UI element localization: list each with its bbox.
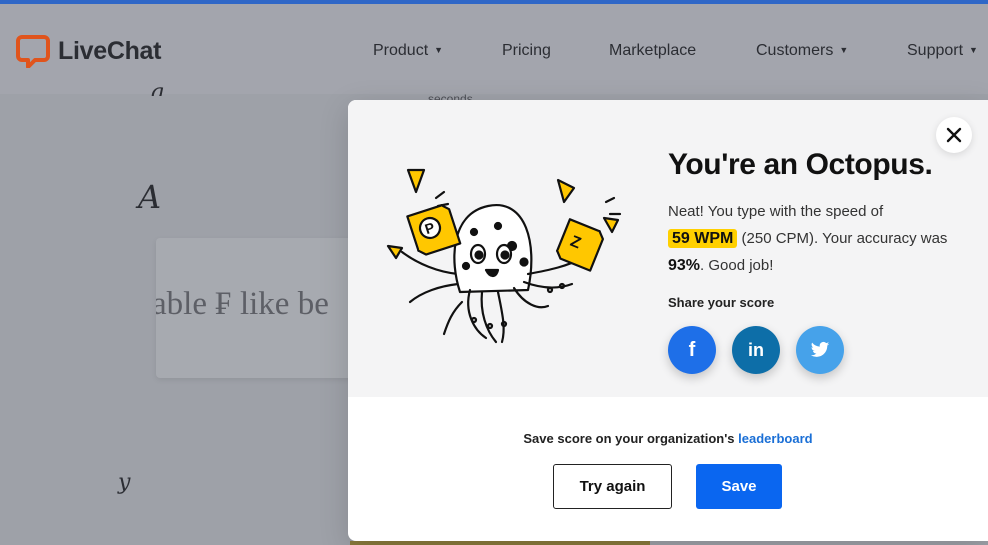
site-header: LiveChat Product ▼ Pricing Marketplace Cu… xyxy=(0,4,988,94)
save-prompt-text: Save score on your organization's xyxy=(523,431,735,446)
wpm-badge: 59 WPM xyxy=(668,229,738,248)
facebook-icon: f xyxy=(688,338,696,361)
floating-letter-y: y xyxy=(118,470,131,495)
nav-support[interactable]: Support ▼ xyxy=(907,42,978,60)
close-button[interactable] xyxy=(936,117,972,153)
twitter-bird-icon xyxy=(810,341,830,357)
octopus-illustration: P Z xyxy=(378,162,628,362)
caret-down-icon: ▼ xyxy=(969,45,978,55)
result-description: Neat! You type with the speed of 59 WPM … xyxy=(668,198,968,279)
nav-label: Customers xyxy=(756,42,834,59)
desc-suffix: . Good job! xyxy=(700,257,774,274)
caret-down-icon: ▼ xyxy=(839,45,849,55)
floating-letter-a: A xyxy=(138,178,162,216)
try-again-button[interactable]: Try again xyxy=(553,464,672,509)
share-facebook-button[interactable]: f xyxy=(668,326,716,374)
nav-label: Marketplace xyxy=(609,42,697,59)
bottom-strip xyxy=(350,541,650,545)
share-twitter-button[interactable] xyxy=(796,326,844,374)
linkedin-icon: in xyxy=(748,339,764,360)
nav-product[interactable]: Product ▼ xyxy=(373,42,443,60)
caret-down-icon: ▼ xyxy=(434,45,444,55)
nav-marketplace[interactable]: Marketplace xyxy=(609,42,696,60)
share-label: Share your score xyxy=(668,295,775,310)
typing-text: able ₣ like be xyxy=(156,286,329,322)
cpm-text: (250 CPM). Your accuracy was xyxy=(741,230,948,247)
floating-letter-g: g xyxy=(150,80,165,96)
nav-pricing[interactable]: Pricing xyxy=(502,42,551,60)
nav-label: Support xyxy=(907,42,964,59)
save-button[interactable]: Save xyxy=(696,464,782,509)
save-score-prompt: Save score on your organization's leader… xyxy=(348,431,988,446)
nav-label: Pricing xyxy=(502,42,551,59)
share-linkedin-button[interactable]: in xyxy=(732,326,780,374)
close-icon xyxy=(946,127,962,143)
result-modal: P Z You're an Octopus. Neat! You type wi… xyxy=(348,100,988,541)
accuracy-value: 93% xyxy=(668,257,701,274)
nav-label: Product xyxy=(373,42,429,59)
desc-prefix: Neat! You type with the speed of xyxy=(668,203,884,220)
nav-customers[interactable]: Customers ▼ xyxy=(756,42,848,60)
main-nav: Product ▼ Pricing Marketplace Customers ▼ … xyxy=(0,42,988,62)
result-title: You're an Octopus. xyxy=(668,148,933,181)
leaderboard-link[interactable]: leaderboard xyxy=(738,431,812,446)
